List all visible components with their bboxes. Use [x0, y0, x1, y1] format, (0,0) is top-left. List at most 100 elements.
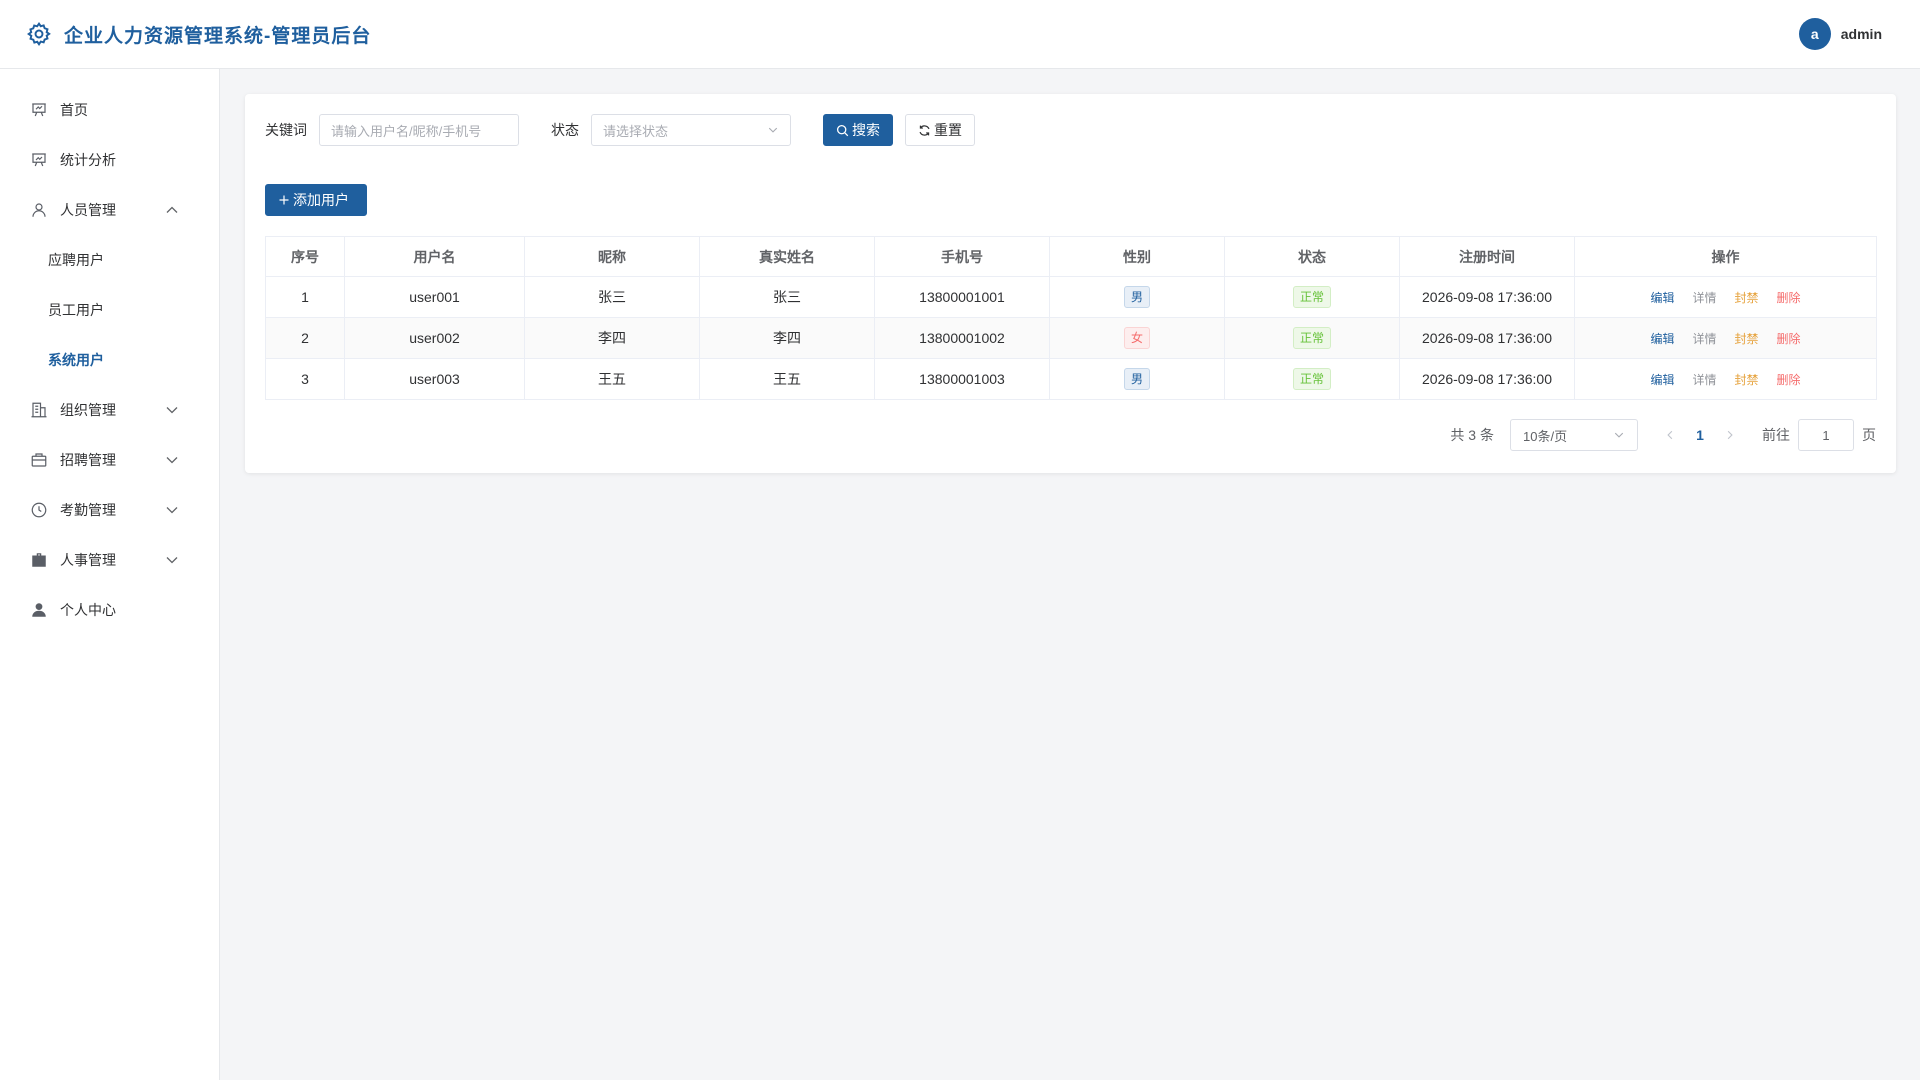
sidebar-item-label: 个人中心 [60, 602, 116, 618]
delete-link[interactable]: 删除 [1777, 371, 1801, 388]
gear-icon [27, 22, 51, 47]
page-size-value: 10条/页 [1523, 428, 1568, 444]
keyword-label: 关键词 [265, 122, 307, 138]
pagination: 共 3 条 10条/页 1 前往 1 页 [1450, 419, 1876, 451]
ban-link[interactable]: 封禁 [1735, 371, 1759, 388]
column-header: 注册时间 [1399, 236, 1575, 277]
column-header: 状态 [1224, 236, 1400, 277]
add-user-button-label: 添加用户 [293, 192, 349, 208]
gender-tag: 男 [1123, 368, 1150, 390]
column-header: 手机号 [874, 236, 1050, 277]
sidebar-item-label: 组织管理 [60, 402, 116, 418]
cell-status: 正常 [1224, 358, 1400, 400]
briefcase-icon [30, 451, 48, 469]
delete-link[interactable]: 删除 [1777, 289, 1801, 306]
username[interactable]: admin [1841, 26, 1882, 42]
delete-link[interactable]: 删除 [1777, 330, 1801, 347]
column-header: 昵称 [524, 236, 700, 277]
page-number-current[interactable]: 1 [1690, 427, 1710, 443]
status-badge: 正常 [1292, 327, 1331, 349]
add-user-button[interactable]: 添加用户 [265, 184, 367, 216]
status-badge: 正常 [1292, 368, 1331, 390]
chevron-down-icon [166, 457, 178, 464]
sidebar-subitem-system-users[interactable]: 系统用户 [0, 335, 219, 385]
cell-nickname: 王五 [524, 358, 700, 400]
ban-link[interactable]: 封禁 [1735, 330, 1759, 347]
table-row: 3 user003 王五 王五 13800001003 男 正常 2026-09… [265, 358, 1877, 400]
chevron-left-icon [1667, 430, 1673, 440]
edit-link[interactable]: 编辑 [1650, 330, 1674, 347]
top-header: 企业人力资源管理系统-管理员后台 a admin [0, 0, 1920, 69]
suitcase-icon [30, 551, 48, 569]
search-button-label: 搜索 [852, 122, 880, 138]
cell-index: 1 [265, 276, 345, 318]
next-page-button[interactable] [1718, 419, 1742, 451]
sidebar-item-label: 人员管理 [60, 202, 116, 218]
avatar[interactable]: a [1798, 18, 1831, 50]
sidebar-item-recruitment[interactable]: 招聘管理 [0, 435, 219, 485]
user-icon [30, 201, 48, 219]
detail-link[interactable]: 详情 [1692, 289, 1716, 306]
refresh-icon [919, 124, 930, 136]
cell-realname: 李四 [699, 317, 875, 359]
status-label: 状态 [551, 122, 579, 138]
cell-status: 正常 [1224, 317, 1400, 359]
status-select-placeholder: 请选择状态 [603, 123, 669, 139]
sidebar-item-organization[interactable]: 组织管理 [0, 385, 219, 435]
sidebar-subitem-applicants[interactable]: 应聘用户 [0, 235, 219, 285]
cell-actions: 编辑 详情 封禁 删除 [1574, 276, 1877, 318]
chevron-down-icon [166, 557, 178, 564]
edit-link[interactable]: 编辑 [1650, 371, 1674, 388]
sidebar-item-label: 招聘管理 [60, 452, 116, 468]
search-button[interactable]: 搜索 [823, 114, 893, 146]
users-table: 序号 用户名 昵称 真实姓名 手机号 性别 状态 注册时间 操作 1 user0… [265, 236, 1877, 400]
sidebar-item-hr-affairs[interactable]: 人事管理 [0, 535, 219, 585]
ban-link[interactable]: 封禁 [1735, 289, 1759, 306]
cell-phone: 13800001003 [874, 358, 1050, 400]
cell-gender: 女 [1049, 317, 1225, 359]
total-count: 共 3 条 [1450, 427, 1494, 443]
user-filled-icon [30, 601, 48, 619]
column-header: 序号 [265, 236, 345, 277]
cell-phone: 13800001002 [874, 317, 1050, 359]
cell-index: 3 [265, 358, 345, 400]
sidebar-item-profile[interactable]: 个人中心 [0, 585, 219, 635]
cell-realname: 张三 [699, 276, 875, 318]
reset-button-label: 重置 [934, 122, 962, 138]
office-building-icon [30, 401, 48, 419]
detail-link[interactable]: 详情 [1692, 330, 1716, 347]
status-select[interactable]: 请选择状态 [591, 114, 791, 146]
gender-tag: 女 [1123, 327, 1150, 349]
presentation-icon [30, 101, 48, 119]
table-row: 2 user002 李四 李四 13800001002 女 正常 2026-09… [265, 317, 1877, 359]
sidebar-item-statistics[interactable]: 统计分析 [0, 135, 219, 185]
cell-actions: 编辑 详情 封禁 删除 [1574, 358, 1877, 400]
chevron-up-icon [166, 206, 178, 213]
cell-nickname: 张三 [524, 276, 700, 318]
search-icon [836, 124, 849, 136]
sidebar-subitem-employees[interactable]: 员工用户 [0, 285, 219, 335]
edit-link[interactable]: 编辑 [1650, 289, 1674, 306]
page-size-select[interactable]: 10条/页 [1510, 419, 1638, 451]
app-title: 企业人力资源管理系统-管理员后台 [64, 25, 372, 47]
cell-realname: 王五 [699, 358, 875, 400]
plus-icon [279, 195, 289, 205]
user-list-card: 关键词 请输入用户名/昵称/手机号 状态 请选择状态 搜索 重置 添加用户 序号… [245, 94, 1896, 473]
cell-gender: 男 [1049, 276, 1225, 318]
goto-label: 前往 [1762, 427, 1790, 443]
chevron-down-icon [166, 407, 178, 414]
sidebar-item-attendance[interactable]: 考勤管理 [0, 485, 219, 535]
goto-page-input[interactable]: 1 [1798, 419, 1854, 451]
table-row: 1 user001 张三 张三 13800001001 男 正常 2026-09… [265, 276, 1877, 318]
detail-link[interactable]: 详情 [1692, 371, 1716, 388]
sidebar-item-label: 考勤管理 [60, 502, 116, 518]
sidebar-item-personnel[interactable]: 人员管理 [0, 185, 219, 235]
keyword-input[interactable]: 请输入用户名/昵称/手机号 [319, 114, 519, 146]
gender-tag: 男 [1123, 286, 1150, 308]
user-menu[interactable]: a admin [1798, 18, 1882, 50]
sidebar-item-label: 统计分析 [60, 152, 116, 168]
sidebar-item-home[interactable]: 首页 [0, 85, 219, 135]
prev-page-button[interactable] [1658, 419, 1682, 451]
cell-username: user003 [344, 358, 525, 400]
reset-button[interactable]: 重置 [905, 114, 975, 146]
